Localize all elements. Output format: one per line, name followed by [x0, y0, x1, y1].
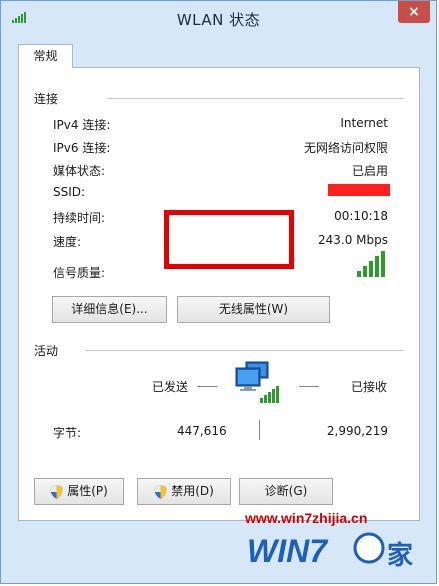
bytes-received-value: 2,990,219	[326, 424, 388, 438]
ipv6-label: IPv6 连接:	[53, 141, 111, 155]
activity-signal-icon	[260, 386, 279, 403]
uac-shield-icon	[50, 484, 63, 499]
close-button[interactable]: ×	[398, 1, 430, 23]
signal-quality-label: 信号质量:	[53, 266, 106, 280]
watermark-url: www.win7zhijia.cn	[245, 510, 368, 526]
signal-bar	[381, 251, 385, 277]
properties-button[interactable]: 属性(P)	[34, 478, 124, 505]
tab-general[interactable]: 常规	[18, 44, 73, 68]
ssid-redaction	[328, 184, 390, 196]
disable-button-label: 禁用(D)	[171, 484, 214, 498]
ipv4-value: Internet	[340, 116, 388, 130]
general-tab-panel: 连接 IPv4 连接: Internet IPv6 连接: 无网络访问权限 媒体…	[18, 67, 420, 521]
watermark-logo-suffix: 家	[387, 540, 413, 571]
received-label: 已接收	[351, 380, 388, 394]
diagnose-button[interactable]: 诊断(G)	[239, 478, 333, 505]
media-state-value: 已启用	[351, 164, 388, 178]
activity-section-label: 活动	[34, 344, 59, 358]
uac-shield-icon	[154, 484, 167, 499]
properties-button-label: 属性(P)	[67, 484, 108, 498]
signal-bar	[375, 256, 379, 277]
duration-label: 持续时间:	[53, 211, 106, 225]
sent-label: 已发送	[152, 380, 189, 394]
bytes-label: 字节:	[53, 426, 82, 440]
activity-divider	[85, 350, 404, 351]
close-icon: ×	[408, 4, 420, 20]
speed-label: 速度:	[53, 235, 82, 249]
signal-bar	[363, 266, 367, 277]
speed-value: 243.0 Mbps	[317, 233, 388, 247]
received-line	[299, 386, 319, 387]
wireless-properties-button[interactable]: 无线属性(W)	[177, 296, 330, 323]
watermark-logo-text: WIN7	[247, 533, 329, 569]
details-button[interactable]: 详细信息(E)...	[52, 296, 167, 323]
sent-line	[197, 386, 217, 387]
connection-section-label: 连接	[34, 92, 59, 106]
bytes-sent-value: 447,616	[177, 424, 227, 438]
disable-button[interactable]: 禁用(D)	[137, 478, 231, 505]
duration-value: 00:10:18	[334, 209, 388, 223]
ssid-label: SSID:	[53, 185, 86, 199]
network-computers-icon	[235, 361, 279, 403]
ipv6-value: 无网络访问权限	[303, 141, 388, 155]
annotation-highlight-box	[164, 210, 294, 269]
signal-bar	[369, 261, 373, 277]
signal-bar	[357, 271, 361, 277]
watermark-logo: WIN7 家	[247, 532, 413, 571]
title-bar[interactable]: WLAN 状态 ×	[1, 1, 436, 35]
media-state-label: 媒体状态:	[53, 164, 106, 178]
bytes-separator	[259, 420, 260, 440]
window-title: WLAN 状态	[176, 11, 261, 29]
ipv4-label: IPv4 连接:	[53, 118, 111, 132]
signal-quality-icon	[357, 251, 385, 277]
connection-divider	[107, 98, 404, 99]
wlan-status-window: WLAN 状态 × 常规 连接 IPv4 连接: Internet IPv6 连…	[0, 0, 437, 584]
